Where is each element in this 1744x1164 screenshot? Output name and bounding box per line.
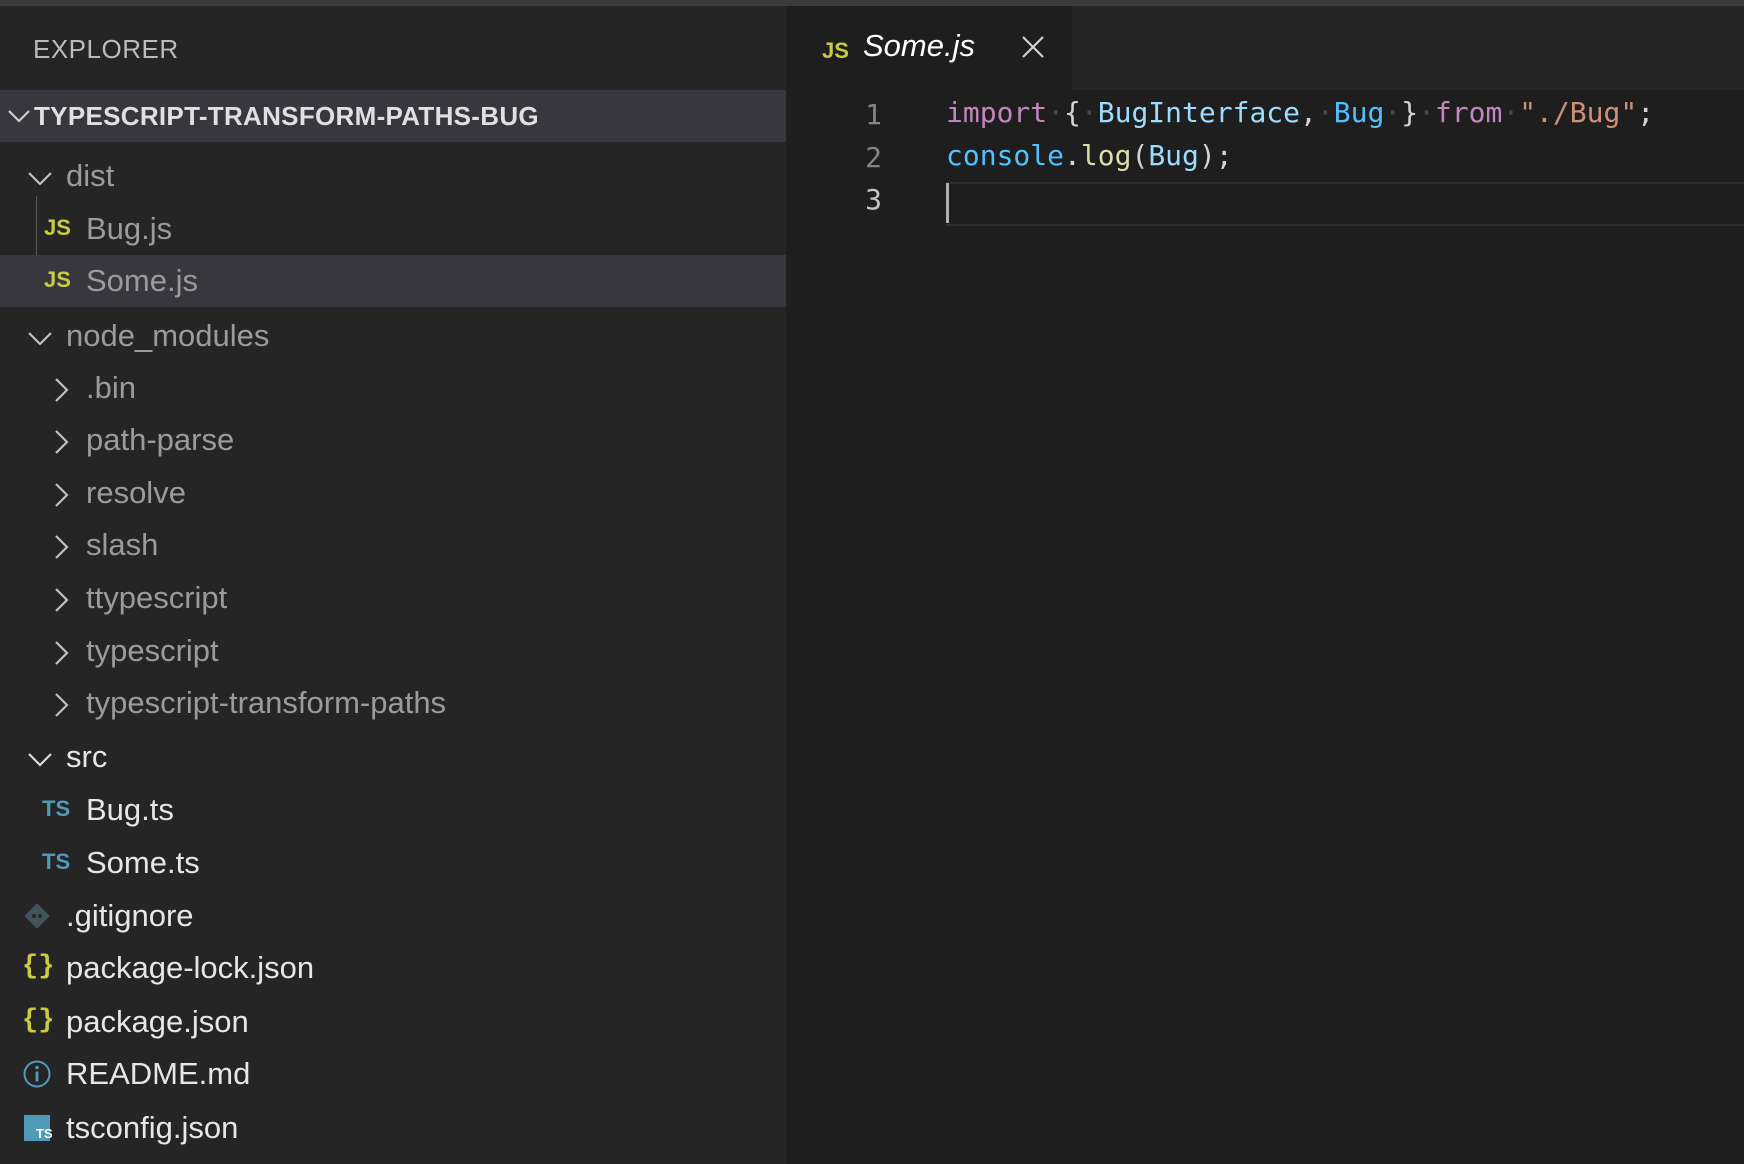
tree-item-label: resolve <box>86 475 186 510</box>
tree-item-label: Bug.ts <box>86 792 174 827</box>
tree-folder-src[interactable]: src <box>0 731 786 783</box>
explorer-sidebar: EXPLORER TYPESCRIPT-TRANSFORM-PATHS-BUG … <box>0 6 786 1164</box>
json-file-icon: {} <box>22 1006 55 1036</box>
chevron-right-icon <box>55 693 69 717</box>
token-function: log <box>1080 139 1132 172</box>
chevron-right-icon <box>55 483 69 507</box>
tree-folder-node-modules[interactable]: node_modules <box>0 310 786 362</box>
tree-folder-slash[interactable]: slash <box>0 519 786 571</box>
token-identifier: Bug <box>1148 139 1199 172</box>
tree-item-label: .gitignore <box>66 898 194 933</box>
text-cursor <box>946 183 949 223</box>
line-number: 1 <box>865 98 882 131</box>
tree-folder-bin[interactable]: .bin <box>0 362 786 414</box>
chevron-right-icon <box>55 588 69 612</box>
tree-item-label: typescript-transform-paths <box>86 685 447 720</box>
tsconfig-icon: TS <box>24 1115 52 1141</box>
json-file-icon: {} <box>22 952 55 982</box>
chevron-down-icon <box>28 753 52 767</box>
js-file-icon: JS <box>44 267 71 292</box>
tree-folder-ttypescript[interactable]: ttypescript <box>0 572 786 624</box>
code-line-1[interactable]: import·{·BugInterface,·Bug·}·from·"./Bug… <box>946 96 1654 129</box>
tree-item-label: slash <box>86 527 159 562</box>
tree-item-label: Some.js <box>86 263 198 298</box>
chevron-right-icon <box>55 430 69 454</box>
token-punct: { <box>1064 96 1081 129</box>
tree-item-label: Bug.js <box>86 211 173 246</box>
token-punct: , <box>1300 96 1317 129</box>
tab-bar: JS Some.js <box>786 6 1744 90</box>
tree-item-label: path-parse <box>86 422 235 457</box>
chevron-right-icon <box>55 641 69 665</box>
tree-folder-typescript[interactable]: typescript <box>0 625 786 677</box>
token-punct: ; <box>1215 139 1233 172</box>
chevron-right-icon <box>55 535 69 559</box>
token-punct: } <box>1401 96 1419 129</box>
git-icon <box>24 903 50 929</box>
close-icon[interactable] <box>1020 34 1046 60</box>
js-file-icon: JS <box>822 38 849 63</box>
project-name: TYPESCRIPT-TRANSFORM-PATHS-BUG <box>34 101 539 131</box>
chevron-down-icon <box>8 110 30 123</box>
tree-item-label: dist <box>66 158 115 193</box>
tree-folder-resolve[interactable]: resolve <box>0 467 786 519</box>
ts-file-icon: TS <box>42 796 71 821</box>
tab-title: Some.js <box>863 28 975 63</box>
line-number: 2 <box>865 141 882 174</box>
chevron-down-icon <box>28 332 52 346</box>
token-punct: . <box>1064 139 1081 172</box>
tree-file-tsconfig[interactable]: TS tsconfig.json <box>0 1102 786 1154</box>
token-identifier: console <box>946 139 1065 172</box>
tree-item-label: Some.ts <box>86 845 200 880</box>
explorer-title: EXPLORER <box>33 34 179 64</box>
token-punct: ( <box>1131 139 1149 172</box>
js-file-icon: JS <box>44 215 71 240</box>
token-punct: ; <box>1637 96 1655 129</box>
chevron-right-icon <box>55 378 69 402</box>
ts-file-icon: TS <box>42 849 71 874</box>
token-identifier: BugInterface <box>1097 96 1301 129</box>
tree-item-label: .bin <box>86 370 136 405</box>
token-identifier: Bug <box>1333 96 1385 129</box>
tree-item-label: tsconfig.json <box>66 1110 239 1145</box>
tab-some-js[interactable]: JS Some.js <box>786 6 1072 90</box>
tree-item-label: typescript <box>86 633 219 668</box>
tree-item-label: src <box>66 739 108 774</box>
tree-item-label: node_modules <box>66 318 270 353</box>
tree-folder-typescript-transform-paths[interactable]: typescript-transform-paths <box>0 677 786 729</box>
tree-file-some-ts[interactable]: TS Some.ts <box>0 837 786 889</box>
current-line-highlight <box>946 182 1744 226</box>
tree-file-package-json[interactable]: {} package.json <box>0 996 786 1048</box>
tree-folder-dist[interactable]: dist <box>0 150 786 202</box>
token-keyword: import <box>946 96 1048 129</box>
token-keyword: from <box>1434 96 1503 129</box>
tree-item-label: ttypescript <box>86 580 228 615</box>
chevron-down-icon <box>28 172 52 186</box>
tsconfig-icon-text: TS <box>36 1126 52 1141</box>
tree-file-bug-ts[interactable]: TS Bug.ts <box>0 784 786 836</box>
tree-file-bug-js[interactable]: JS Bug.js <box>0 203 786 255</box>
tree-item-label: README.md <box>66 1056 251 1091</box>
tree-item-label: package-lock.json <box>66 950 315 985</box>
editor-area: JS Some.js 1 2 3 import·{·BugInterface,·… <box>786 6 1744 1164</box>
tree-file-readme[interactable]: README.md <box>0 1048 786 1100</box>
tree-file-some-js[interactable]: JS Some.js <box>0 255 786 307</box>
token-punct: ) <box>1198 139 1216 172</box>
token-string: "./Bug" <box>1519 96 1638 129</box>
tree-folder-path-parse[interactable]: path-parse <box>0 414 786 466</box>
info-icon <box>23 1060 51 1088</box>
code-line-2[interactable]: console.log(Bug); <box>946 139 1233 172</box>
tree-item-label: package.json <box>66 1004 249 1039</box>
tree-file-package-lock-json[interactable]: {} package-lock.json <box>0 942 786 994</box>
line-number: 3 <box>865 183 882 216</box>
project-header[interactable]: TYPESCRIPT-TRANSFORM-PATHS-BUG <box>0 90 786 142</box>
tree-file-gitignore[interactable]: .gitignore <box>0 890 786 942</box>
